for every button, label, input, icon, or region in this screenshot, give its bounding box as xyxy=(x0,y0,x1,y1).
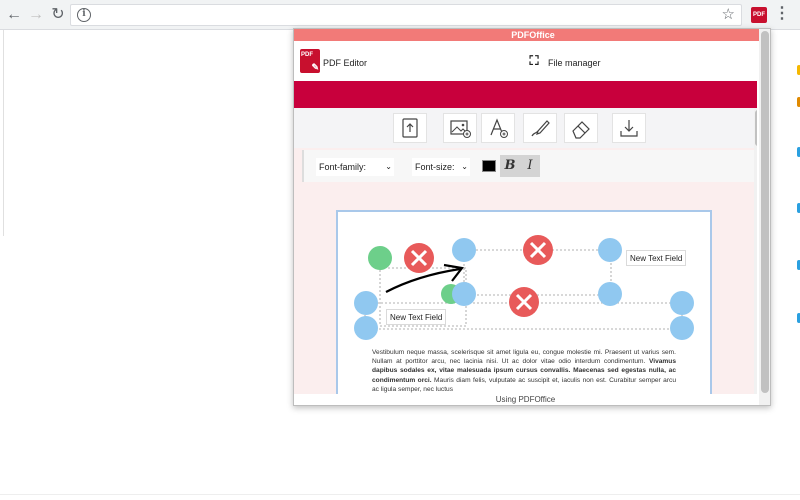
forward-icon[interactable]: → xyxy=(26,5,46,25)
resize-handle[interactable] xyxy=(354,316,378,340)
scrollbar-thumb[interactable] xyxy=(761,31,769,393)
reload-icon[interactable]: ↻ xyxy=(48,5,68,25)
annotation-overlay xyxy=(354,235,694,340)
popup-scrollbar[interactable] xyxy=(759,29,770,405)
pdf-editor-logo-icon[interactable]: PDF ✎ xyxy=(300,49,320,73)
resize-handle[interactable] xyxy=(670,291,694,315)
resize-handle[interactable] xyxy=(452,282,476,306)
editor-scrollbar[interactable] xyxy=(754,108,757,405)
info-icon[interactable]: i xyxy=(77,8,91,22)
back-icon[interactable]: ← xyxy=(4,5,24,25)
resize-handle[interactable] xyxy=(598,282,622,306)
browser-toolbar: ← → ↻ i ☆ PDF ⋮ xyxy=(0,0,800,30)
resize-handle[interactable] xyxy=(598,238,622,262)
editor-frame: Font-family: ⌄ Font-size: ⌄ B I New Text… xyxy=(294,108,757,405)
browser-menu-icon[interactable]: ⋮ xyxy=(774,4,790,26)
brand-band xyxy=(294,81,757,108)
delete-annotation-button[interactable] xyxy=(404,243,434,273)
drawn-arrow-head xyxy=(443,263,464,282)
resize-handle[interactable] xyxy=(670,316,694,340)
expand-icon[interactable]: ⛶ xyxy=(527,54,541,68)
scrollbar-thumb[interactable] xyxy=(755,110,757,146)
delete-annotation-button[interactable] xyxy=(523,235,553,265)
star-icon[interactable]: ☆ xyxy=(722,5,735,25)
resize-handle[interactable] xyxy=(354,291,378,315)
pdf-editor-link[interactable]: PDF Editor xyxy=(323,53,367,73)
delete-annotation-button[interactable] xyxy=(509,287,539,317)
page-side-strip xyxy=(790,55,800,355)
page-divider xyxy=(0,494,800,495)
pdfoffice-extension-icon[interactable]: PDF xyxy=(751,7,767,23)
resize-handle[interactable] xyxy=(452,238,476,262)
file-manager-link[interactable]: File manager xyxy=(548,53,601,73)
pdfoffice-popup: PDFOffice PDF ✎ PDF Editor ⛶ File manager xyxy=(293,28,771,406)
rotate-handle[interactable] xyxy=(368,246,392,270)
popup-header: PDF ✎ PDF Editor ⛶ File manager xyxy=(294,41,757,81)
page-background-edge xyxy=(0,30,4,236)
address-bar[interactable]: i ☆ xyxy=(70,4,742,26)
popup-title: PDFOffice xyxy=(294,29,770,41)
footer-label: Using PDFOffice xyxy=(294,394,757,405)
